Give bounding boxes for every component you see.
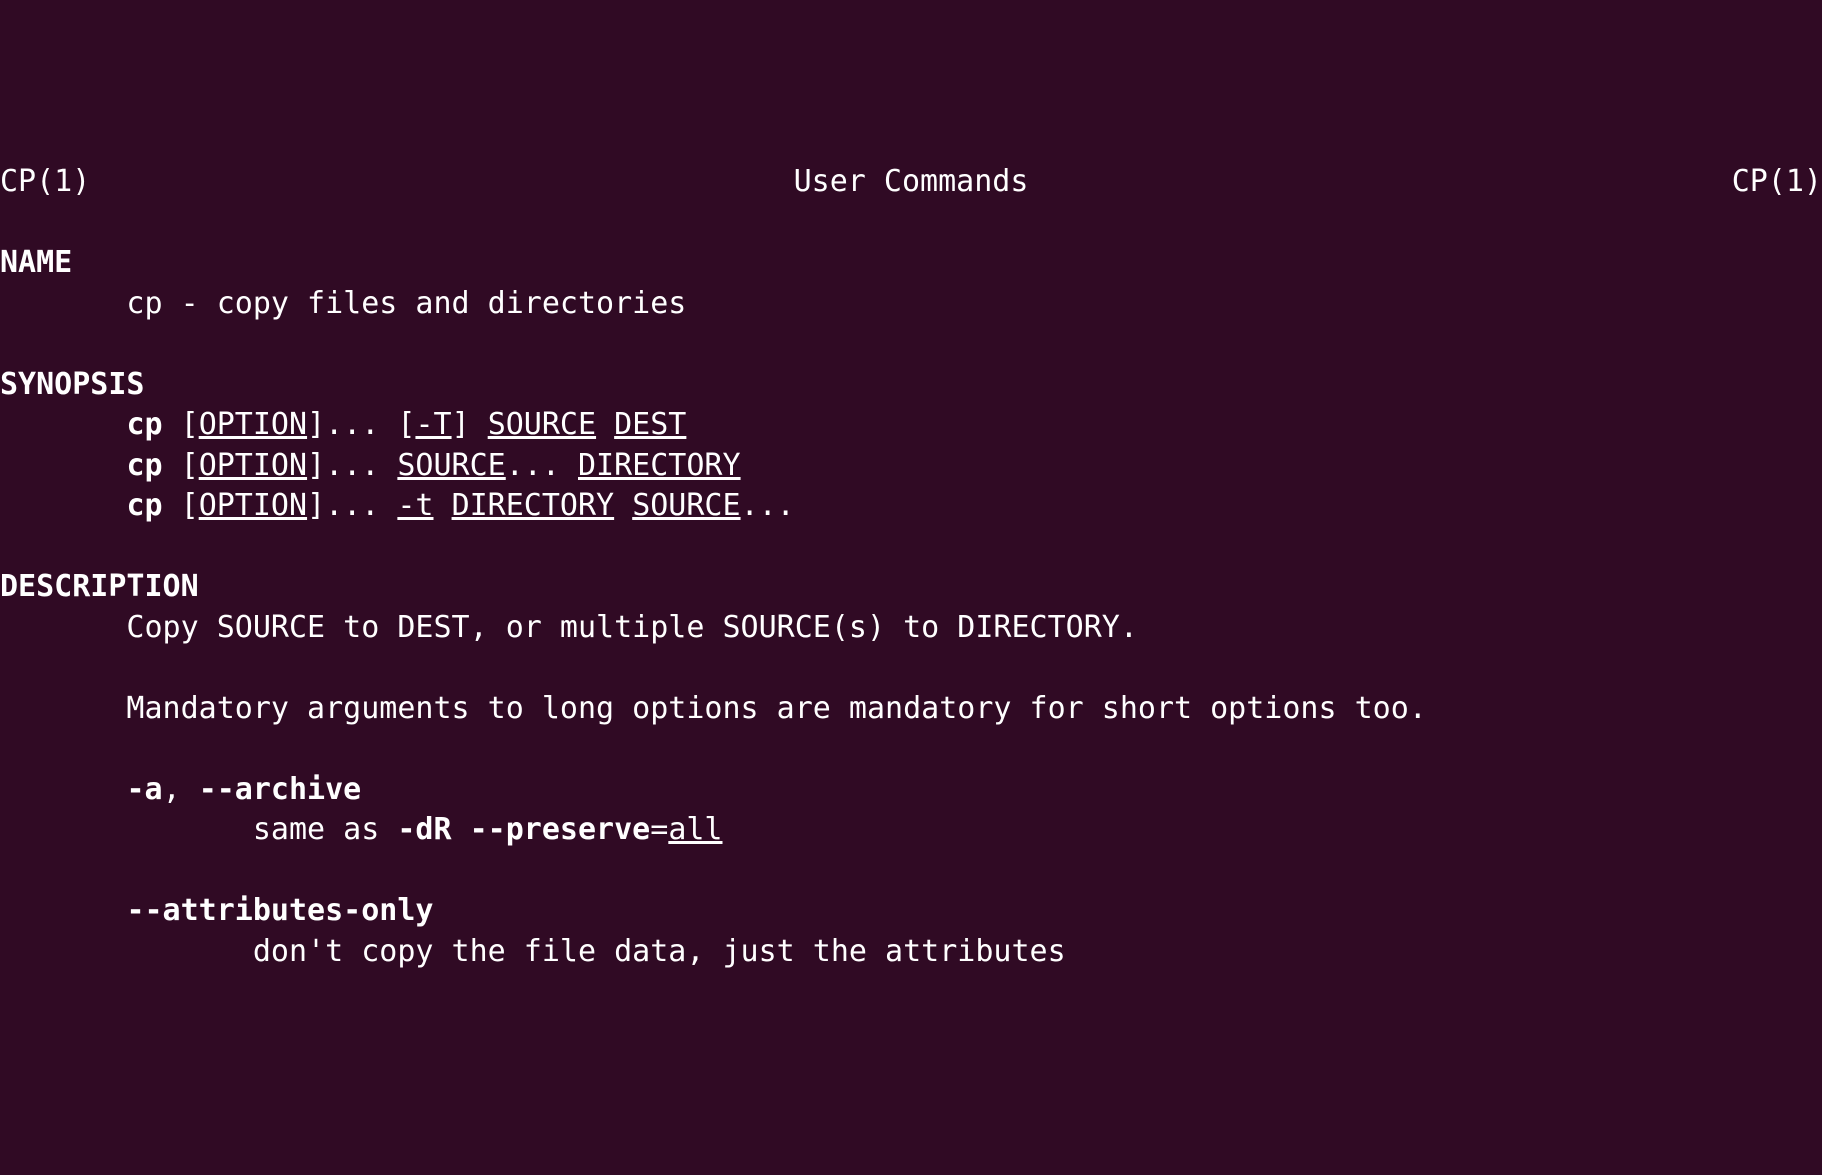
opt-long-archive: --archive [199, 772, 362, 807]
arg-directory: DIRECTORY [578, 448, 741, 483]
option-attributes-only: --attributes-only [0, 893, 433, 928]
arg-option: OPTION [199, 407, 307, 442]
man-header-center: User Commands [90, 162, 1731, 203]
cmd-cp: cp [126, 407, 162, 442]
name-content: cp - copy files and directories [0, 286, 686, 321]
description-para2: Mandatory arguments to long options are … [0, 691, 1427, 726]
option-archive-desc: same as -dR --preserve=all [0, 812, 723, 847]
synopsis-line2: cp [OPTION]... SOURCE... DIRECTORY [0, 448, 741, 483]
synopsis-line3: cp [OPTION]... -t DIRECTORY SOURCE... [0, 488, 795, 523]
description-para1: Copy SOURCE to DEST, or multiple SOURCE(… [0, 610, 1138, 645]
arg-option: OPTION [199, 448, 307, 483]
opt-short-a: -a [126, 772, 162, 807]
synopsis-line1: cp [OPTION]... [-T] SOURCE DEST [0, 407, 686, 442]
arg-option: OPTION [199, 488, 307, 523]
cmd-cp: cp [126, 448, 162, 483]
arg-source: SOURCE [632, 488, 740, 523]
opt-long-attributes-only: --attributes-only [126, 893, 433, 928]
option-archive: -a, --archive [0, 772, 361, 807]
man-header-line: CP(1)User CommandsCP(1) [0, 162, 1822, 203]
man-header-left: CP(1) [0, 162, 90, 203]
arg-source: SOURCE [488, 407, 596, 442]
section-description-heading: DESCRIPTION [0, 569, 199, 604]
man-page-content[interactable]: CP(1)User CommandsCP(1) NAME cp - copy f… [0, 162, 1822, 972]
section-synopsis-heading: SYNOPSIS [0, 367, 145, 402]
arg-dash-t: -t [397, 488, 433, 523]
arg-dest: DEST [614, 407, 686, 442]
man-header-right: CP(1) [1732, 162, 1822, 203]
section-name-heading: NAME [0, 245, 72, 280]
cmd-cp: cp [126, 488, 162, 523]
arg-dash-T: -T [415, 407, 451, 442]
option-attributes-only-desc: don't copy the file data, just the attri… [0, 934, 1066, 969]
arg-source: SOURCE [397, 448, 505, 483]
arg-directory: DIRECTORY [452, 488, 615, 523]
